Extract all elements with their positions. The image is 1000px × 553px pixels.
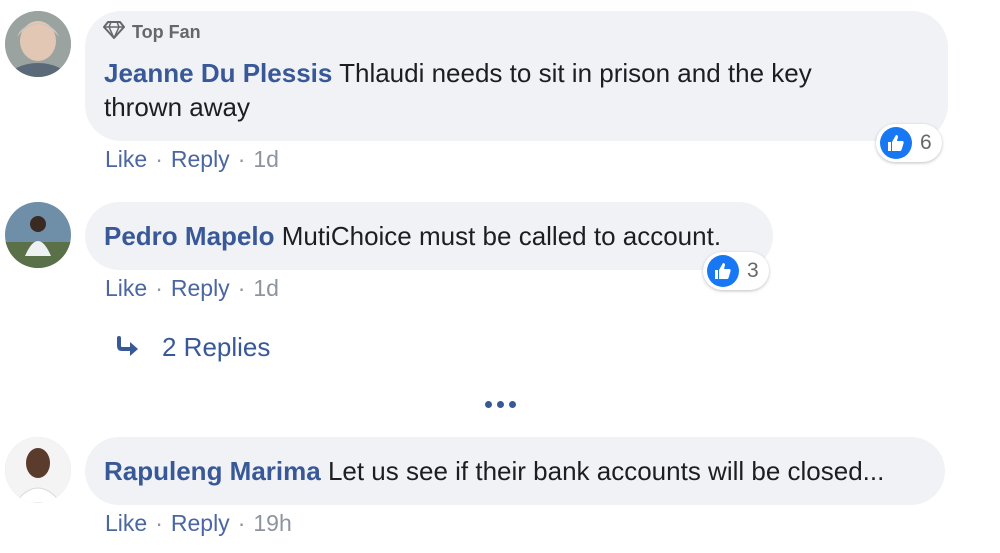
dot — [497, 401, 504, 408]
diamond-icon — [103, 21, 125, 44]
reaction-summary[interactable]: 6 — [876, 124, 942, 162]
badge-label: Top Fan — [132, 22, 201, 42]
separator: · — [155, 146, 163, 172]
like-link[interactable]: Like — [105, 275, 147, 302]
avatar-image — [5, 437, 71, 503]
dot — [509, 401, 516, 408]
avatar-image — [5, 202, 71, 268]
separator: · — [155, 510, 163, 536]
reaction-count: 3 — [747, 259, 759, 282]
avatar-image — [5, 11, 71, 77]
timestamp[interactable]: 19h — [253, 510, 291, 537]
reply-link[interactable]: Reply — [171, 146, 230, 173]
avatar[interactable] — [5, 437, 71, 503]
thumbs-up-icon — [880, 127, 912, 159]
timestamp[interactable]: 1d — [253, 275, 279, 302]
avatar[interactable] — [5, 11, 71, 77]
comment-text-block: Pedro Mapelo MutiChoice must be called t… — [104, 219, 784, 253]
replies-count-label: 2 Replies — [162, 332, 271, 362]
commenter-name[interactable]: Rapuleng Marima — [104, 456, 321, 486]
thumbs-up-icon — [707, 255, 739, 287]
timestamp[interactable]: 1d — [253, 146, 279, 173]
comment-text-block: Rapuleng Marima Let us see if their bank… — [104, 454, 944, 488]
reaction-summary[interactable]: 3 — [703, 252, 769, 290]
reply-link[interactable]: Reply — [171, 275, 230, 302]
dot — [485, 401, 492, 408]
comment-body: MutiChoice must be called to account. — [274, 221, 722, 251]
separator: · — [155, 275, 163, 301]
commenter-name[interactable]: Jeanne Du Plessis — [104, 58, 332, 88]
separator: · — [237, 510, 246, 536]
view-replies-link[interactable]: 2 Replies — [116, 332, 270, 363]
like-link[interactable]: Like — [105, 510, 147, 537]
comment-body: Let us see if their bank accounts will b… — [320, 456, 885, 486]
separator: · — [237, 275, 246, 301]
top-fan-badge: Top Fan — [103, 21, 201, 44]
like-link[interactable]: Like — [105, 146, 147, 173]
comment-actions: Like · Reply · 19h — [105, 510, 292, 537]
comment-actions: Like · Reply · 1d — [105, 275, 279, 302]
reply-link[interactable]: Reply — [171, 510, 230, 537]
comment-actions: Like · Reply · 1d — [105, 146, 279, 173]
reply-arrow-icon — [116, 332, 142, 363]
avatar[interactable] — [5, 202, 71, 268]
comment-text-block: Jeanne Du Plessis Thlaudi needs to sit i… — [104, 56, 884, 124]
more-dots-icon[interactable] — [485, 401, 516, 408]
reaction-count: 6 — [920, 131, 932, 154]
separator: · — [237, 146, 246, 172]
commenter-name[interactable]: Pedro Mapelo — [104, 221, 274, 251]
